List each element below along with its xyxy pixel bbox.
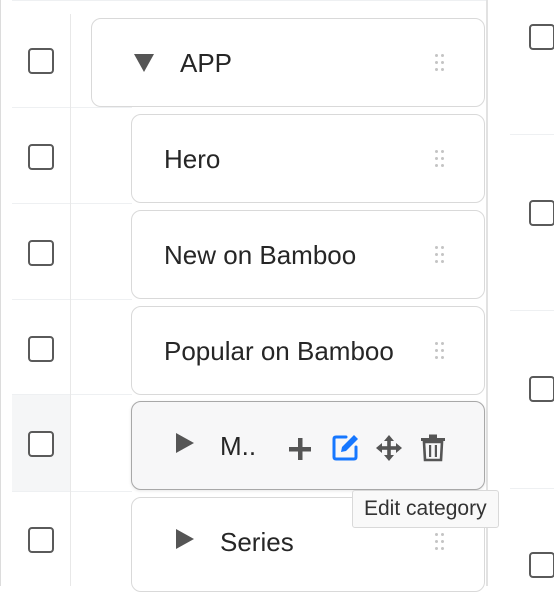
- tree-node-new-on-bamboo[interactable]: New on Bamboo: [131, 210, 485, 299]
- drag-handle-icon[interactable]: [435, 150, 447, 170]
- right-panel-checkbox[interactable]: [529, 552, 554, 578]
- edit-icon[interactable]: [330, 433, 360, 463]
- move-icon[interactable]: [374, 433, 404, 463]
- row-checkbox[interactable]: [28, 144, 54, 170]
- right-panel-checkbox[interactable]: [529, 24, 554, 50]
- tree-node-label: M..: [220, 431, 257, 461]
- tree-node-label: Hero: [164, 144, 221, 174]
- tree-node-app[interactable]: APP: [91, 18, 485, 107]
- right-panel-checkbox[interactable]: [529, 376, 554, 402]
- tree-node-label: Popular on Bamboo: [164, 336, 394, 366]
- trash-icon[interactable]: [418, 432, 448, 462]
- drag-handle-icon[interactable]: [435, 342, 447, 362]
- tree-node-hero[interactable]: Hero: [131, 114, 485, 203]
- tree-node-label: APP: [180, 48, 233, 78]
- tree-node-label: New on Bamboo: [164, 240, 357, 270]
- plus-icon[interactable]: [285, 434, 315, 464]
- drag-handle-icon[interactable]: [435, 533, 447, 553]
- caret-right-icon[interactable]: [175, 528, 195, 550]
- row-checkbox[interactable]: [28, 48, 54, 74]
- tree-node-label: Series: [220, 527, 294, 557]
- drag-handle-icon[interactable]: [435, 246, 447, 266]
- tree-node-m[interactable]: M..: [131, 401, 485, 490]
- edit-category-tooltip: Edit category: [352, 490, 499, 528]
- row-checkbox[interactable]: [28, 240, 54, 266]
- row-checkbox[interactable]: [28, 527, 54, 553]
- caret-right-icon[interactable]: [175, 432, 195, 454]
- drag-handle-icon[interactable]: [435, 54, 447, 74]
- row-checkbox[interactable]: [28, 336, 54, 362]
- tree-node-popular-on-bamboo[interactable]: Popular on Bamboo: [131, 306, 485, 395]
- right-panel-checkbox[interactable]: [529, 200, 554, 226]
- row-checkbox[interactable]: [28, 431, 54, 457]
- caret-down-icon[interactable]: [133, 53, 155, 73]
